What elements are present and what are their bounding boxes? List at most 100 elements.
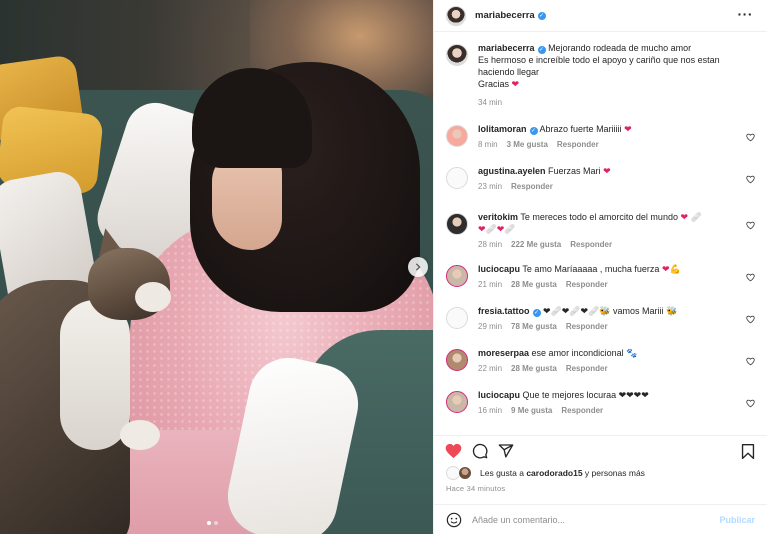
comment-body: luciocapu Te amo Maríaaaaa , mucha fuerz…	[478, 263, 755, 289]
comment-time[interactable]: 28 min	[478, 240, 502, 249]
author-avatar[interactable]	[446, 44, 468, 66]
author-username[interactable]: mariabecerra	[475, 10, 535, 21]
post-header: mariabecerra ✓ ···	[434, 0, 767, 32]
commenter-avatar[interactable]	[446, 213, 468, 235]
reply-button[interactable]: Responder	[566, 322, 608, 331]
comment-username[interactable]: fresia.tattoo	[478, 306, 530, 316]
next-photo-button[interactable]	[408, 257, 428, 277]
reply-button[interactable]: Responder	[557, 140, 599, 149]
likes-summary[interactable]: Les gusta a carodorado15 y personas más	[434, 466, 767, 480]
commenter-avatar[interactable]	[446, 265, 468, 287]
comment-likes[interactable]: 78 Me gusta	[511, 322, 557, 331]
comment-text: agustina.ayelen Fuerzas Mari ❤	[478, 165, 733, 177]
reply-button[interactable]: Responder	[570, 240, 612, 249]
comment-username[interactable]: luciocapu	[478, 390, 520, 400]
comment-like-icon[interactable]	[746, 315, 755, 324]
comment-time[interactable]: 23 min	[478, 182, 502, 191]
caption-meta: 34 min	[478, 98, 755, 107]
comment-meta: 21 min 28 Me gusta Responder	[478, 280, 733, 289]
comment-time[interactable]: 22 min	[478, 364, 502, 373]
comment-meta: 29 min 78 Me gusta Responder	[478, 322, 733, 331]
cat-chest	[60, 300, 130, 450]
comment-like-icon[interactable]	[746, 399, 755, 408]
add-comment-bar: Publicar	[434, 504, 767, 534]
comments-list[interactable]: mariabecerra ✓ Mejorando rodeada de mucho…	[434, 32, 767, 435]
verified-icon: ✓	[532, 309, 541, 317]
comment-likes[interactable]: 9 Me gusta	[511, 406, 552, 415]
comment-input[interactable]	[472, 514, 720, 525]
comment-text: luciocapu Que te mejores locuraa ❤❤❤❤	[478, 389, 733, 401]
likes-user[interactable]: carodorado15	[526, 468, 582, 478]
comment-time[interactable]: 8 min	[478, 140, 498, 149]
post-side-panel: mariabecerra ✓ ··· mariabecerra ✓ Mejoran…	[433, 0, 767, 534]
caption-time: 34 min	[478, 98, 503, 107]
bookmark-icon[interactable]	[741, 444, 755, 459]
comment-text: fresia.tattoo ✓ ❤🩹❤🩹❤🩹🐝 vamos Mariii 🐝	[478, 305, 733, 317]
commenter-avatar[interactable]	[446, 307, 468, 329]
likes-prefix: Les gusta a	[480, 468, 524, 478]
verified-icon: ✓	[537, 11, 546, 20]
caption-line-3: Gracias	[478, 79, 510, 89]
emoji-icon[interactable]	[446, 512, 462, 528]
comment-text: lolitamoran ✓ Abrazo fuerte Mariiiii ❤	[478, 123, 733, 135]
comment-row: moreserpaa ese amor incondicional 🐾 22 mi…	[446, 347, 755, 373]
author-avatar[interactable]	[446, 5, 466, 26]
cat-muzzle	[135, 282, 171, 312]
comment-like-icon[interactable]	[746, 133, 755, 142]
comment-emoji: ❤ 🩹	[680, 212, 702, 222]
comment-username[interactable]: agustina.ayelen	[478, 166, 546, 176]
reply-button[interactable]: Responder	[561, 406, 603, 415]
comment-row: luciocapu Que te mejores locuraa ❤❤❤❤ 16…	[446, 389, 755, 415]
comment-like-icon[interactable]	[746, 357, 755, 366]
comment-emoji: ❤	[603, 166, 611, 176]
reply-button[interactable]: Responder	[511, 182, 553, 191]
comment-like-icon[interactable]	[746, 221, 755, 230]
comment-time[interactable]: 29 min	[478, 322, 502, 331]
commenter-avatar[interactable]	[446, 349, 468, 371]
comment-likes[interactable]: 3 Me gusta	[507, 140, 548, 149]
comment-likes[interactable]: 28 Me gusta	[511, 280, 557, 289]
reply-button[interactable]: Responder	[566, 364, 608, 373]
post-caption: mariabecerra ✓ Mejorando rodeada de mucho…	[446, 42, 755, 107]
comment-like-icon[interactable]	[746, 273, 755, 282]
comment-username[interactable]: lolitamoran	[478, 124, 527, 134]
comment-likes[interactable]: 222 Me gusta	[511, 240, 561, 249]
caption-text: mariabecerra ✓ Mejorando rodeada de mucho…	[478, 42, 755, 90]
commenter-avatar[interactable]	[446, 167, 468, 189]
share-icon[interactable]	[498, 443, 514, 459]
commenter-avatar[interactable]	[446, 391, 468, 413]
post-timestamp[interactable]: Hace 34 minutos	[434, 480, 767, 504]
comment-meta: 8 min 3 Me gusta Responder	[478, 140, 733, 149]
comment-text: luciocapu Te amo Maríaaaaa , mucha fuerz…	[478, 263, 733, 275]
comment-message: Que te mejores locuraa ❤❤❤❤	[522, 390, 649, 400]
caption-username[interactable]: mariabecerra	[478, 43, 535, 53]
comment-likes[interactable]: 28 Me gusta	[511, 364, 557, 373]
comment-time[interactable]: 16 min	[478, 406, 502, 415]
likes-suffix: y personas más	[584, 468, 645, 478]
caption-line-2: Es hermoso e increíble todo el apoyo y c…	[478, 55, 720, 77]
publish-button[interactable]: Publicar	[719, 515, 755, 525]
caption-line-1: Mejorando rodeada de mucho amor	[548, 43, 692, 53]
comment-message: Te amo Maríaaaaa , mucha fuerza	[522, 264, 660, 274]
more-icon[interactable]: ···	[738, 7, 754, 21]
heart-filled-icon[interactable]	[445, 443, 462, 459]
comment-username[interactable]: veritokim	[478, 212, 518, 222]
comment-body: lolitamoran ✓ Abrazo fuerte Mariiiii ❤ 8 m…	[478, 123, 755, 149]
comment-message: Fuerzas Mari	[548, 166, 601, 176]
comment-body: moreserpaa ese amor incondicional 🐾 22 mi…	[478, 347, 755, 373]
comment-meta: 23 min Responder	[478, 182, 733, 191]
liker-avatars	[446, 466, 476, 480]
reply-button[interactable]: Responder	[566, 280, 608, 289]
comment-icon[interactable]	[472, 443, 488, 459]
comment-row: lolitamoran ✓ Abrazo fuerte Mariiiii ❤ 8 m…	[446, 123, 755, 149]
comment-like-icon[interactable]	[746, 175, 755, 184]
comment-username[interactable]: luciocapu	[478, 264, 520, 274]
post-photo	[0, 0, 433, 534]
comment-message: ❤🩹❤🩹❤🩹🐝 vamos Mariii 🐝	[543, 306, 678, 316]
commenter-avatar[interactable]	[446, 125, 468, 147]
comment-username[interactable]: moreserpaa	[478, 348, 529, 358]
comment-time[interactable]: 21 min	[478, 280, 502, 289]
carousel-dots	[207, 521, 218, 525]
comment-text: veritokim Te mereces todo el amorcito de…	[478, 211, 733, 235]
carousel-dot	[214, 521, 218, 525]
